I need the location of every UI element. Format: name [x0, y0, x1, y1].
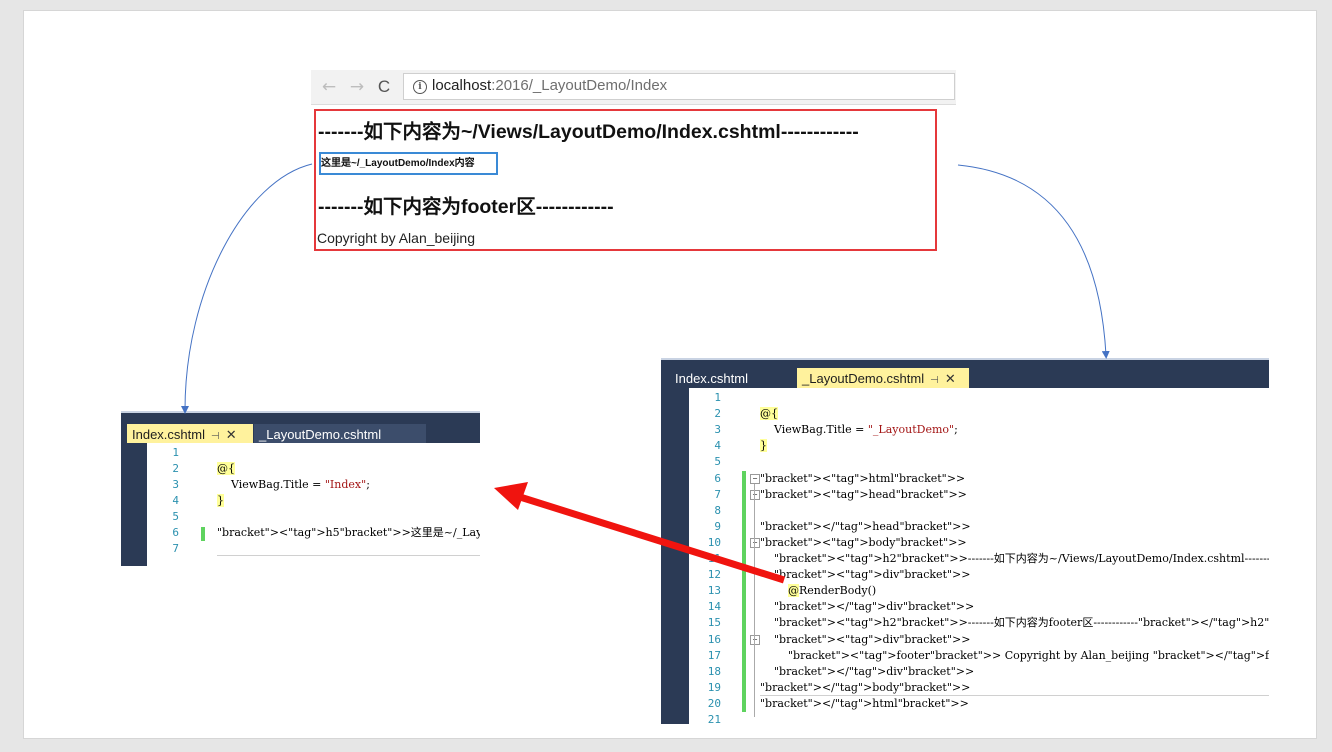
connector-left-curve	[181, 163, 313, 414]
connector-arrows-layer	[181, 163, 1110, 584]
red-arrow-shaft	[518, 493, 786, 584]
red-arrow-head	[494, 482, 528, 510]
connector-right-curve	[957, 164, 1110, 359]
